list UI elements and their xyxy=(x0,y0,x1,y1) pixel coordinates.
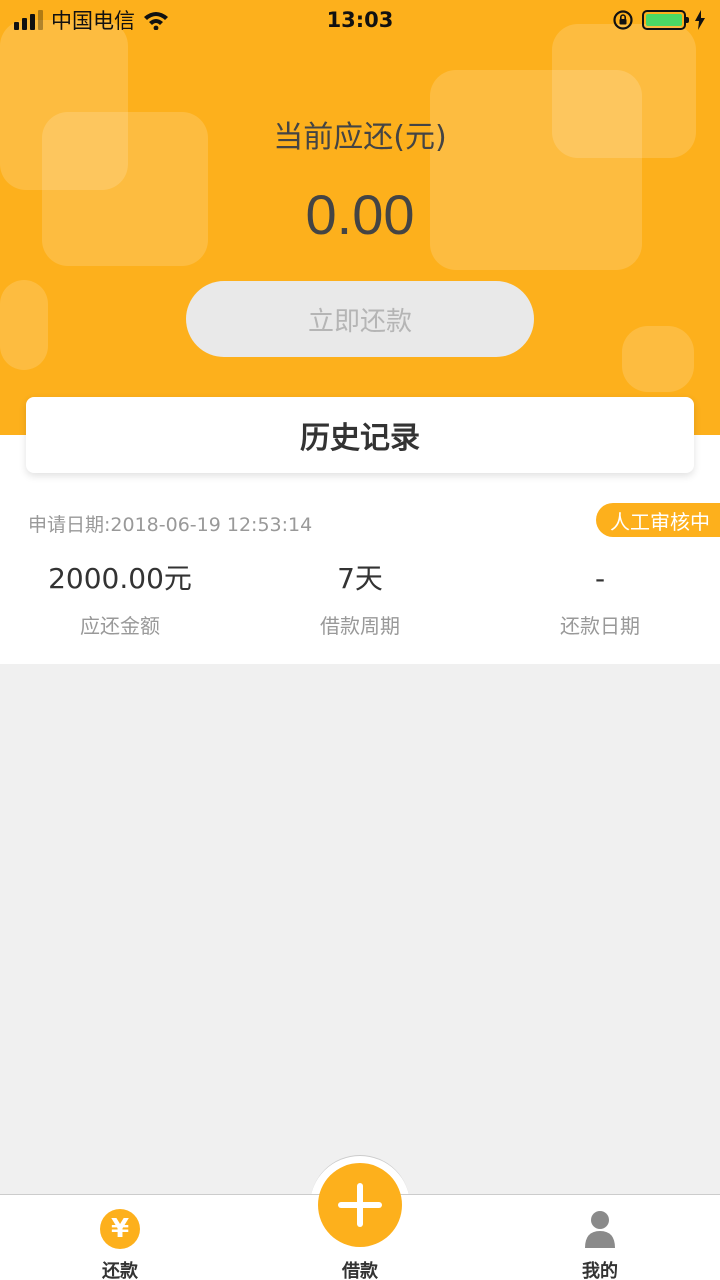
charging-icon xyxy=(695,10,705,30)
repay-date-column: - 还款日期 xyxy=(480,560,720,639)
amount-due-label: 应还金额 xyxy=(80,614,160,638)
repay-date-label: 还款日期 xyxy=(560,614,640,638)
current-due-label: 当前应还(元) xyxy=(273,120,447,155)
loan-period-value: 7天 xyxy=(337,562,383,595)
status-badge: 人工审核中 xyxy=(596,503,720,537)
amount-due-value: 2000.00元 xyxy=(48,562,192,595)
application-date: 申请日期:2018-06-19 12:53:14 xyxy=(28,514,313,536)
tab-mine-label: 我的 xyxy=(582,1261,618,1280)
decor-square xyxy=(622,326,694,392)
repay-date-value: - xyxy=(594,562,606,595)
signal-icon xyxy=(14,10,43,30)
loan-period-label: 借款周期 xyxy=(320,614,400,638)
history-records-tab[interactable]: 历史记录 xyxy=(26,397,694,473)
record-summary: 2000.00元 应还金额 7天 借款周期 - 还款日期 xyxy=(0,560,720,639)
repay-now-button[interactable]: 立即还款 xyxy=(186,281,534,357)
status-bar: 中国电信 13:03 xyxy=(0,0,720,40)
decor-square xyxy=(0,280,48,370)
carrier-name: 中国电信 xyxy=(51,9,135,33)
yen-icon: ¥ xyxy=(100,1209,140,1249)
battery-icon xyxy=(642,10,689,30)
borrow-plus-button[interactable] xyxy=(318,1163,402,1247)
tab-borrow-label: 借款 xyxy=(342,1261,378,1280)
tab-repay[interactable]: ¥ 还款 xyxy=(0,1195,240,1280)
rotation-lock-icon xyxy=(613,10,633,30)
loan-period-column: 7天 借款周期 xyxy=(240,560,480,639)
current-due-amount: 0.00 xyxy=(305,183,415,246)
header-banner: 中国电信 13:03 当前应还(元) 0.00 立即还款 xyxy=(0,0,720,435)
tab-repay-label: 还款 xyxy=(102,1261,138,1280)
wifi-icon xyxy=(144,12,168,30)
tab-mine[interactable]: 我的 xyxy=(480,1195,720,1280)
person-icon xyxy=(585,1211,615,1248)
decor-square xyxy=(0,20,128,190)
amount-due-column: 2000.00元 应还金额 xyxy=(0,560,240,639)
